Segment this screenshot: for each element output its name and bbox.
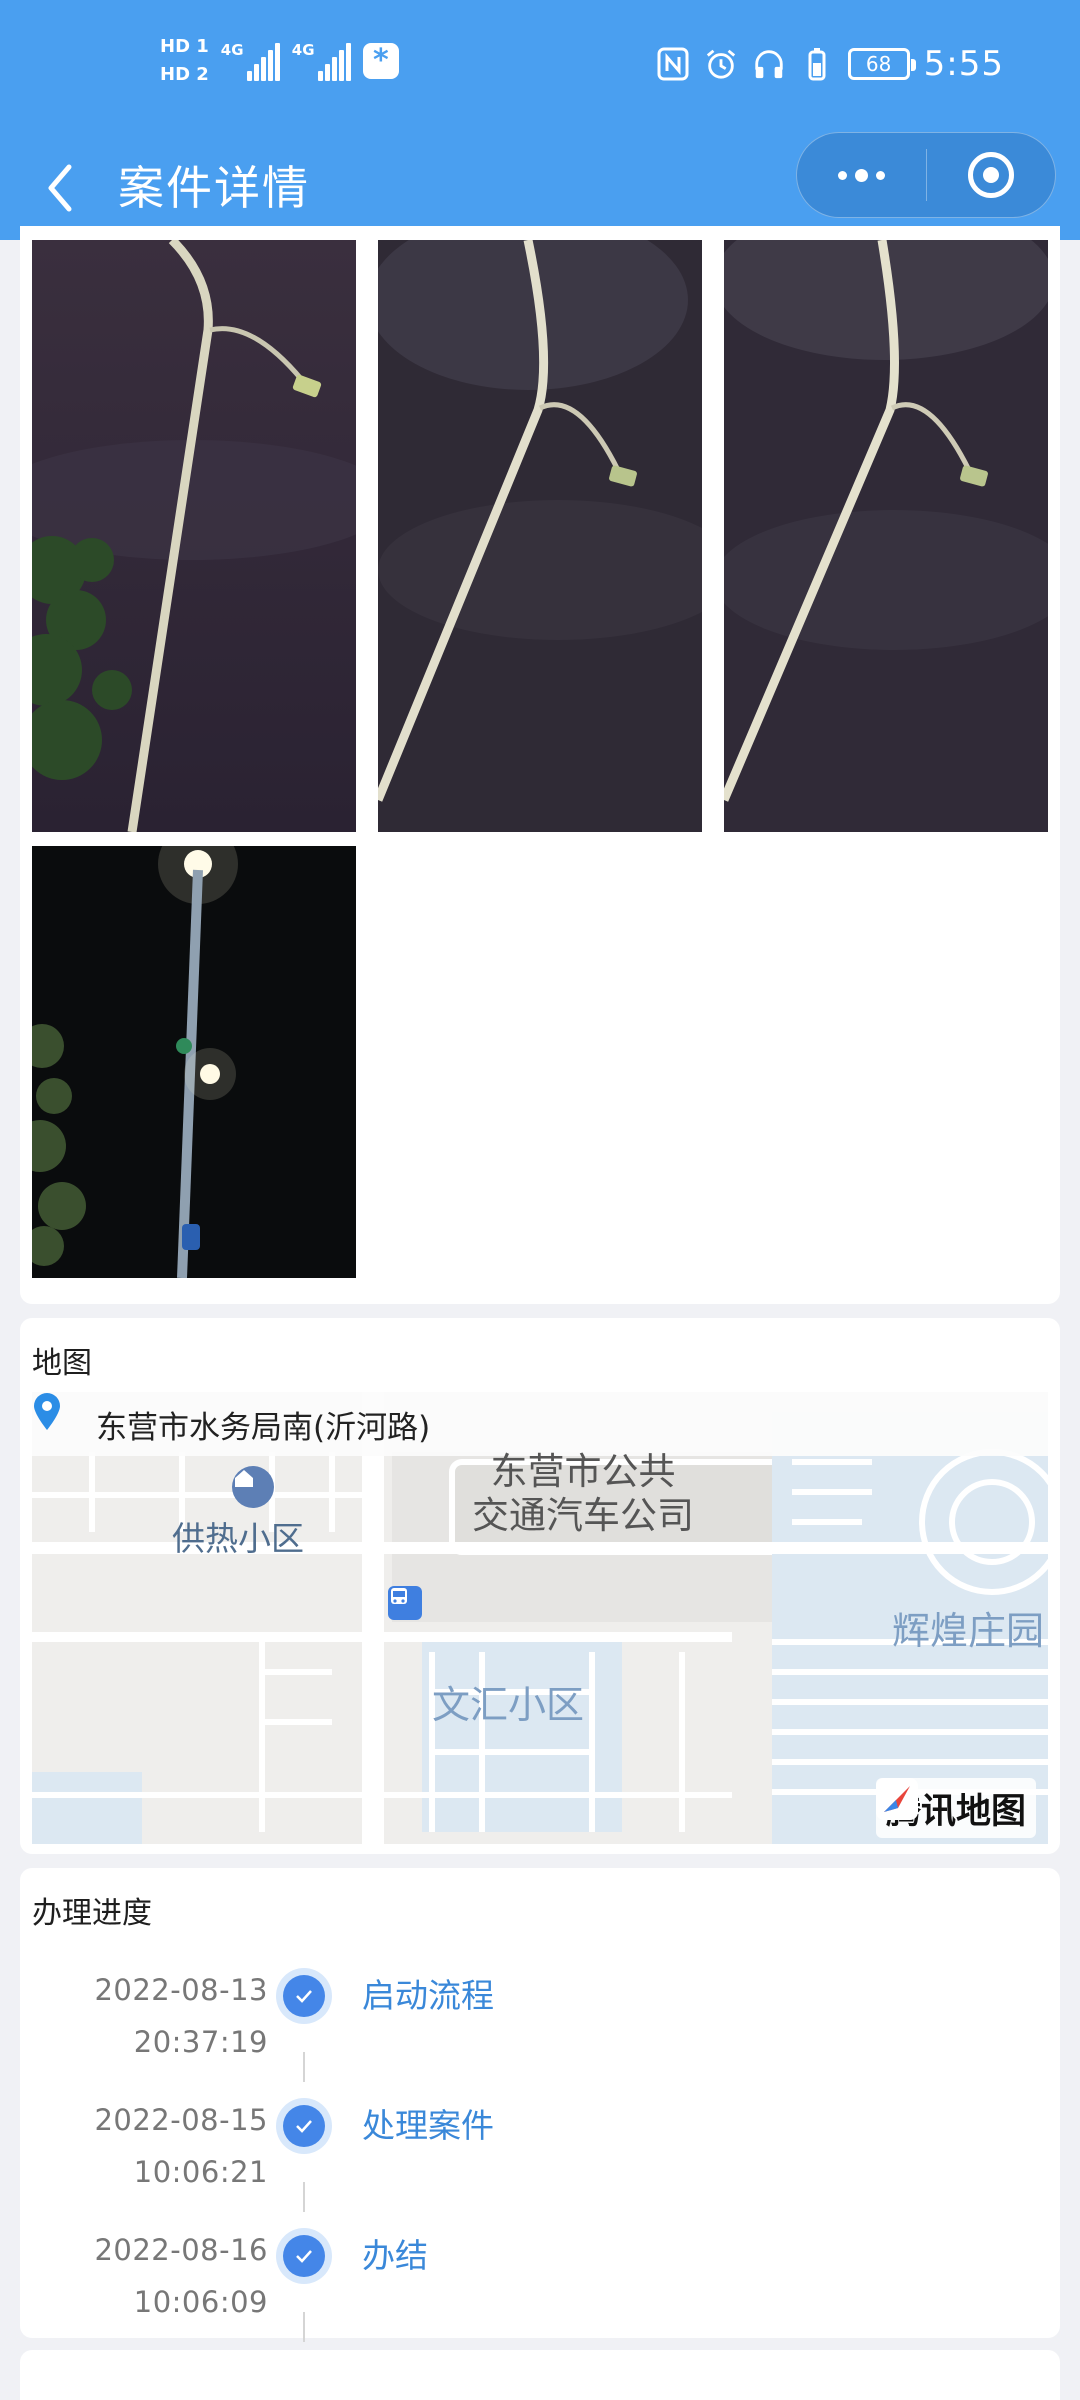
map-address-bar: 东营市水务局南(沂河路) — [32, 1392, 1048, 1456]
step-check-icon — [276, 2228, 332, 2284]
back-button[interactable] — [30, 148, 90, 228]
tencent-map-icon — [875, 1778, 918, 1820]
step-label: 启动流程 — [362, 1976, 494, 2015]
step-date: 2022-08-16 — [94, 2233, 268, 2267]
step-datetime: 2022-08-13 20:37:19 — [94, 1964, 268, 2068]
map-section-title: 地图 — [32, 1346, 92, 1381]
case-photo-2[interactable] — [378, 240, 702, 832]
notification-app-icon: * — [362, 43, 399, 79]
close-miniprogram-button[interactable] — [926, 132, 1055, 218]
signal-2-icon: 4G — [292, 41, 351, 81]
map-provider-logo: 腾讯地图 — [875, 1778, 1036, 1838]
signal-1-icon: 4G — [221, 41, 280, 81]
step-check-icon — [276, 1968, 332, 2024]
progress-section-title: 办理进度 — [32, 1896, 152, 1931]
headphones-icon — [752, 47, 786, 81]
page-title: 案件详情 — [118, 161, 310, 215]
progress-step: 2022-08-15 10:06:21 处理案件 — [20, 2094, 1060, 2224]
step-check-icon — [276, 2098, 332, 2154]
more-button[interactable] — [797, 132, 926, 218]
step-date: 2022-08-15 — [94, 2103, 268, 2137]
clock: 5:55 — [923, 44, 1004, 84]
map-label-company: 东营市公共 交通汽车公司 — [472, 1450, 694, 1537]
progress-card: 办理进度 2022-08-13 20:37:19 启动流程 2022-08-15… — [20, 1868, 1060, 2342]
map-card: 地图 东营市水务局南(沂河路) 供热小区 东营市公共 交通汽车公司 文汇小区 辉… — [20, 1318, 1060, 1854]
map-label-huihuang: 辉煌庄园 — [892, 1609, 1045, 1653]
sim1-indicator: HD 1 — [160, 36, 209, 57]
step-datetime: 2022-08-15 10:06:21 — [94, 2094, 268, 2198]
miniprogram-capsule — [796, 132, 1056, 218]
step-connector — [303, 2312, 305, 2342]
charging-icon — [800, 47, 834, 81]
step-time: 10:06:21 — [133, 2155, 268, 2189]
step-date: 2022-08-13 — [94, 1973, 268, 2007]
sim2-indicator: HD 2 — [160, 64, 209, 85]
nfc-icon — [656, 47, 690, 81]
map-label-wenhui: 文汇小区 — [432, 1683, 585, 1727]
home-poi-icon — [232, 1466, 274, 1508]
case-photo-4[interactable] — [32, 846, 356, 1278]
bottom-action-card — [20, 2350, 1060, 2400]
progress-step: 2022-08-16 10:06:09 办结 — [20, 2224, 1060, 2354]
case-photo-1[interactable] — [32, 240, 356, 832]
map-label-heating: 供热小区 — [172, 1519, 304, 1558]
map-view[interactable]: 东营市水务局南(沂河路) 供热小区 东营市公共 交通汽车公司 文汇小区 辉煌庄园… — [32, 1392, 1048, 1844]
map-address: 东营市水务局南(沂河路) — [96, 1409, 431, 1446]
status-bar: HD 1 HD 2 4G 4G * 68 5:55 — [0, 0, 1080, 136]
chevron-left-icon — [48, 164, 72, 212]
case-photo-3[interactable] — [724, 240, 1048, 832]
step-label: 办结 — [362, 2236, 428, 2275]
status-bar-right: 68 5:55 — [656, 44, 1004, 84]
more-dots-icon — [837, 168, 885, 182]
step-datetime: 2022-08-16 10:06:09 — [94, 2224, 268, 2328]
step-connector — [303, 2052, 305, 2082]
step-connector — [303, 2182, 305, 2212]
progress-step: 2022-08-13 20:37:19 启动流程 — [20, 1964, 1060, 2094]
bus-stop-icon — [388, 1586, 422, 1620]
step-label: 处理案件 — [362, 2106, 494, 2145]
step-time: 10:06:09 — [133, 2285, 268, 2319]
step-time: 20:37:19 — [133, 2025, 268, 2059]
status-bar-left: HD 1 HD 2 4G 4G * — [160, 36, 399, 86]
photos-card — [20, 226, 1060, 1304]
target-circle-icon — [967, 152, 1014, 198]
location-pin-icon — [32, 1392, 96, 1456]
sim-indicators: HD 1 HD 2 — [160, 36, 209, 86]
battery-indicator: 68 — [847, 48, 916, 80]
alarm-icon — [704, 47, 738, 81]
battery-level: 68 — [865, 52, 892, 76]
